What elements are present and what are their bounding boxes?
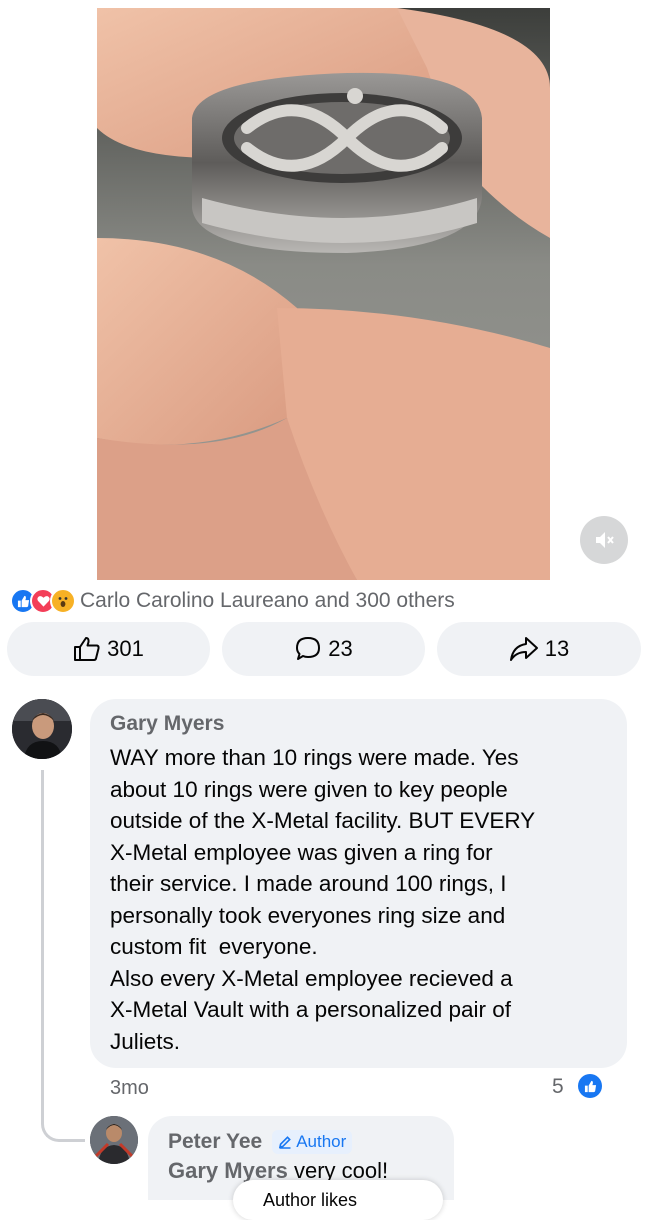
comment-count: 23 [328, 636, 353, 661]
comment-bubble-icon [296, 637, 321, 660]
avatar[interactable] [90, 1116, 138, 1164]
comment-line: Also every X-Metal employee recieved a [110, 965, 513, 991]
comment-bubble[interactable]: Gary Myers WAY more than 10 rings were m… [90, 699, 627, 1068]
comment-author[interactable]: Gary Myers [110, 712, 607, 736]
share-button[interactable]: 13 [437, 622, 641, 676]
thumbs-up-icon [74, 637, 100, 661]
author-badge: Author [272, 1130, 353, 1154]
comment-line: Juliets. [110, 1028, 181, 1054]
share-arrow-icon [509, 637, 538, 661]
comment-line: their service. I made around 100 rings, … [110, 871, 507, 896]
comment-line: about 10 rings were given to key people [110, 776, 508, 802]
author-likes-chip[interactable]: Author likes [233, 1180, 443, 1220]
like-button[interactable]: 301 [7, 622, 210, 676]
share-count: 13 [544, 636, 570, 661]
reactions-summary-text[interactable]: Carlo Carolino Laureano and 300 others [80, 589, 455, 613]
comment-line: outside of the X-Metal facility. BUT EVE… [110, 808, 536, 833]
wow-reaction-icon [50, 588, 76, 614]
like-count: 301 [107, 636, 144, 661]
comment-like-count[interactable]: 5 [552, 1075, 564, 1099]
reply-thread-line [41, 770, 85, 1142]
comment-button[interactable]: 23 [222, 622, 425, 676]
like-reaction-icon[interactable] [578, 1074, 602, 1098]
comment-line: X-Metal Vault with a personalized pair o… [110, 997, 512, 1022]
reactions-summary[interactable]: Carlo Carolino Laureano and 300 others [10, 586, 455, 616]
pencil-icon [279, 1136, 292, 1149]
mute-toggle-button[interactable] [580, 516, 628, 564]
avatar[interactable] [12, 699, 72, 759]
comment-line: custom fit everyone. [110, 934, 318, 959]
comment-line: personally took everyones ring size and [110, 902, 506, 928]
comment-line: X-Metal employee was given a ring for [110, 839, 493, 865]
comment-timestamp[interactable]: 3mo [110, 1077, 149, 1100]
comment-line: WAY more than 10 rings were made. Yes [110, 745, 519, 770]
post-video[interactable] [97, 8, 550, 580]
comment-text: WAY more than 10 rings were made. Yes ab… [110, 742, 607, 1057]
author-badge-label: Author [296, 1132, 347, 1151]
reply-author[interactable]: Peter Yee [168, 1130, 262, 1154]
speaker-muted-icon [596, 532, 614, 548]
